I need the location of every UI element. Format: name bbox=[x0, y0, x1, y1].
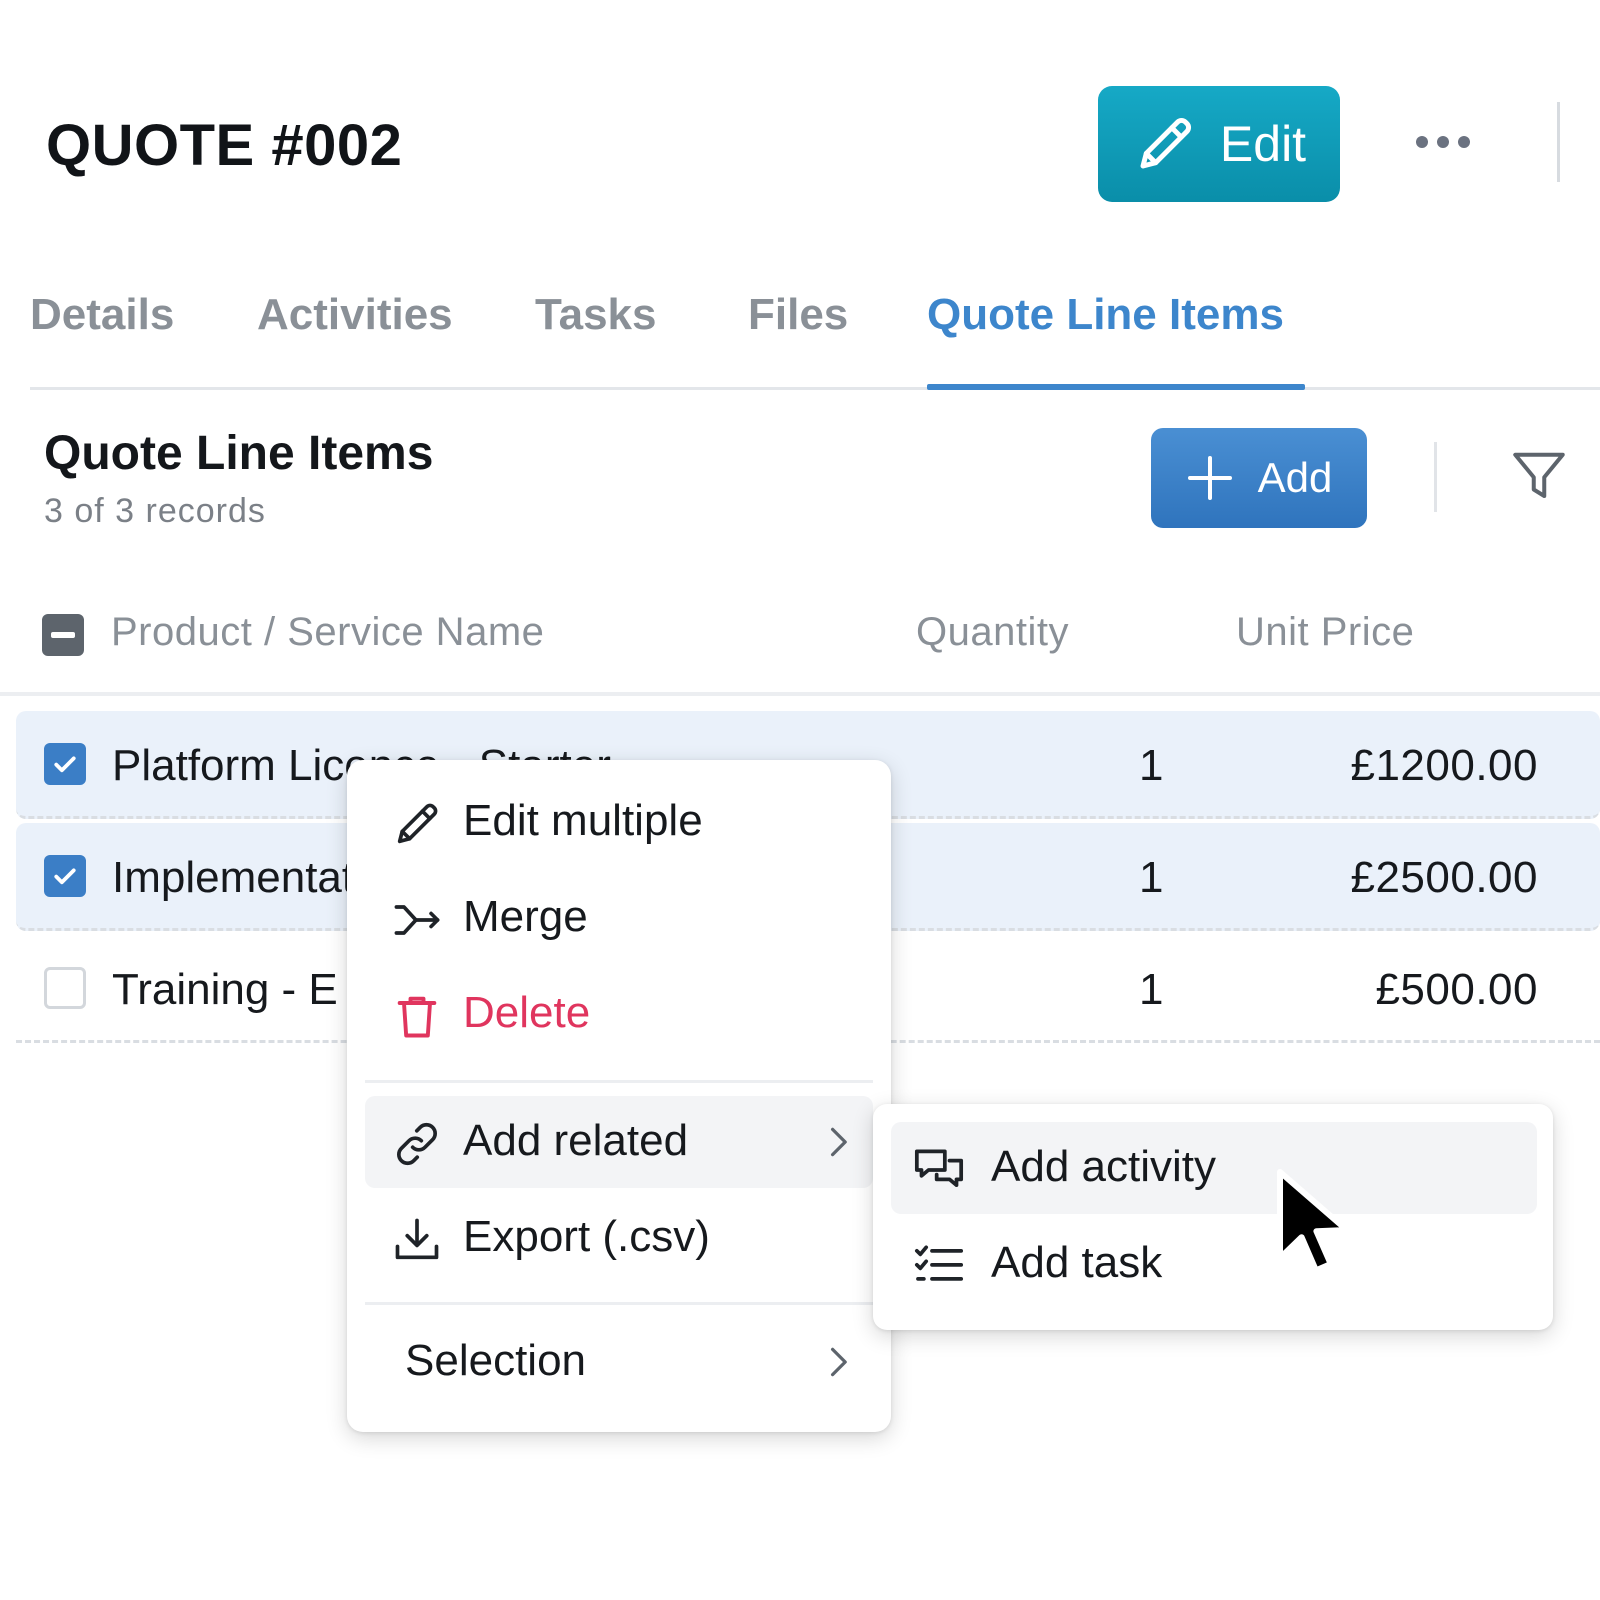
select-all-checkbox[interactable] bbox=[42, 614, 84, 656]
table-header: Product / Service Name Quantity Unit Pri… bbox=[0, 590, 1600, 696]
menu-item-label: Merge bbox=[463, 892, 588, 941]
pencil-icon bbox=[1140, 118, 1191, 169]
column-header-unit-price[interactable]: Unit Price bbox=[1236, 610, 1414, 655]
quantity: 1 bbox=[1139, 741, 1164, 790]
menu-item-edit-multiple[interactable]: Edit multiple bbox=[365, 776, 873, 868]
plus-icon bbox=[1187, 456, 1232, 500]
tab-quote-line-items[interactable]: Quote Line Items bbox=[927, 290, 1284, 340]
menu-item-selection[interactable]: Selection bbox=[365, 1316, 873, 1408]
tab-activities[interactable]: Activities bbox=[257, 290, 453, 340]
menu-item-label: Selection bbox=[405, 1336, 587, 1385]
unit-price: £500.00 bbox=[1375, 965, 1538, 1014]
pencil-icon bbox=[397, 803, 438, 844]
submenu-item-add-task[interactable]: Add task bbox=[891, 1218, 1537, 1310]
submenu-item-label: Add activity bbox=[991, 1142, 1216, 1191]
row-checkbox[interactable] bbox=[44, 743, 86, 785]
menu-item-label: Delete bbox=[463, 988, 591, 1037]
add-related-submenu: Add activity Add task bbox=[873, 1104, 1553, 1330]
trash-icon bbox=[397, 996, 437, 1038]
active-tab-indicator bbox=[927, 384, 1305, 390]
unit-price: £1200.00 bbox=[1350, 741, 1538, 790]
chevron-right-icon bbox=[830, 1127, 847, 1157]
toolbar-divider bbox=[1434, 442, 1437, 512]
add-button[interactable]: Add bbox=[1151, 428, 1367, 528]
menu-item-delete[interactable]: Delete bbox=[365, 968, 873, 1060]
submenu-item-label: Add task bbox=[991, 1238, 1163, 1287]
header-divider bbox=[1557, 102, 1560, 182]
tab-tasks[interactable]: Tasks bbox=[535, 290, 657, 340]
unit-price: £2500.00 bbox=[1350, 853, 1538, 902]
tab-bar: Details Activities Tasks Files Quote Lin… bbox=[30, 280, 1600, 390]
menu-divider bbox=[365, 1080, 873, 1083]
menu-item-label: Edit multiple bbox=[463, 796, 703, 845]
menu-item-label: Add related bbox=[463, 1116, 689, 1165]
checkmark-icon bbox=[54, 756, 76, 773]
download-icon bbox=[395, 1218, 439, 1260]
more-dots-icon bbox=[1416, 136, 1428, 148]
menu-item-export-csv[interactable]: Export (.csv) bbox=[365, 1192, 873, 1284]
submenu-item-add-activity[interactable]: Add activity bbox=[891, 1122, 1537, 1214]
section-title: Quote Line Items bbox=[44, 427, 434, 480]
menu-divider bbox=[365, 1302, 873, 1305]
row-checkbox[interactable] bbox=[44, 855, 86, 897]
column-header-quantity[interactable]: Quantity bbox=[916, 610, 1069, 655]
page-title: QUOTE #002 bbox=[46, 113, 403, 178]
menu-item-merge[interactable]: Merge bbox=[365, 872, 873, 964]
checklist-icon bbox=[914, 1245, 964, 1281]
edit-button[interactable]: Edit bbox=[1098, 86, 1340, 202]
menu-item-label: Export (.csv) bbox=[463, 1212, 710, 1261]
menu-item-add-related[interactable]: Add related bbox=[365, 1096, 873, 1188]
merge-icon bbox=[394, 905, 440, 935]
context-menu: Edit multiple Merge Delete Add related E… bbox=[347, 760, 891, 1432]
record-count: 3 of 3 records bbox=[44, 492, 266, 530]
edit-button-label: Edit bbox=[1219, 116, 1307, 172]
column-header-name[interactable]: Product / Service Name bbox=[111, 610, 544, 655]
tab-files[interactable]: Files bbox=[748, 290, 848, 340]
tab-details[interactable]: Details bbox=[30, 290, 174, 340]
add-button-label: Add bbox=[1257, 454, 1333, 501]
quantity: 1 bbox=[1139, 965, 1164, 1014]
checkmark-icon bbox=[54, 868, 76, 885]
row-checkbox[interactable] bbox=[44, 967, 86, 1009]
chat-icon bbox=[914, 1149, 964, 1188]
filter-icon[interactable] bbox=[1508, 446, 1570, 506]
chevron-right-icon bbox=[830, 1347, 847, 1377]
quantity: 1 bbox=[1139, 853, 1164, 902]
more-options-button[interactable] bbox=[1408, 112, 1478, 172]
link-icon bbox=[397, 1122, 437, 1166]
product-name: Training - E bbox=[112, 965, 338, 1014]
